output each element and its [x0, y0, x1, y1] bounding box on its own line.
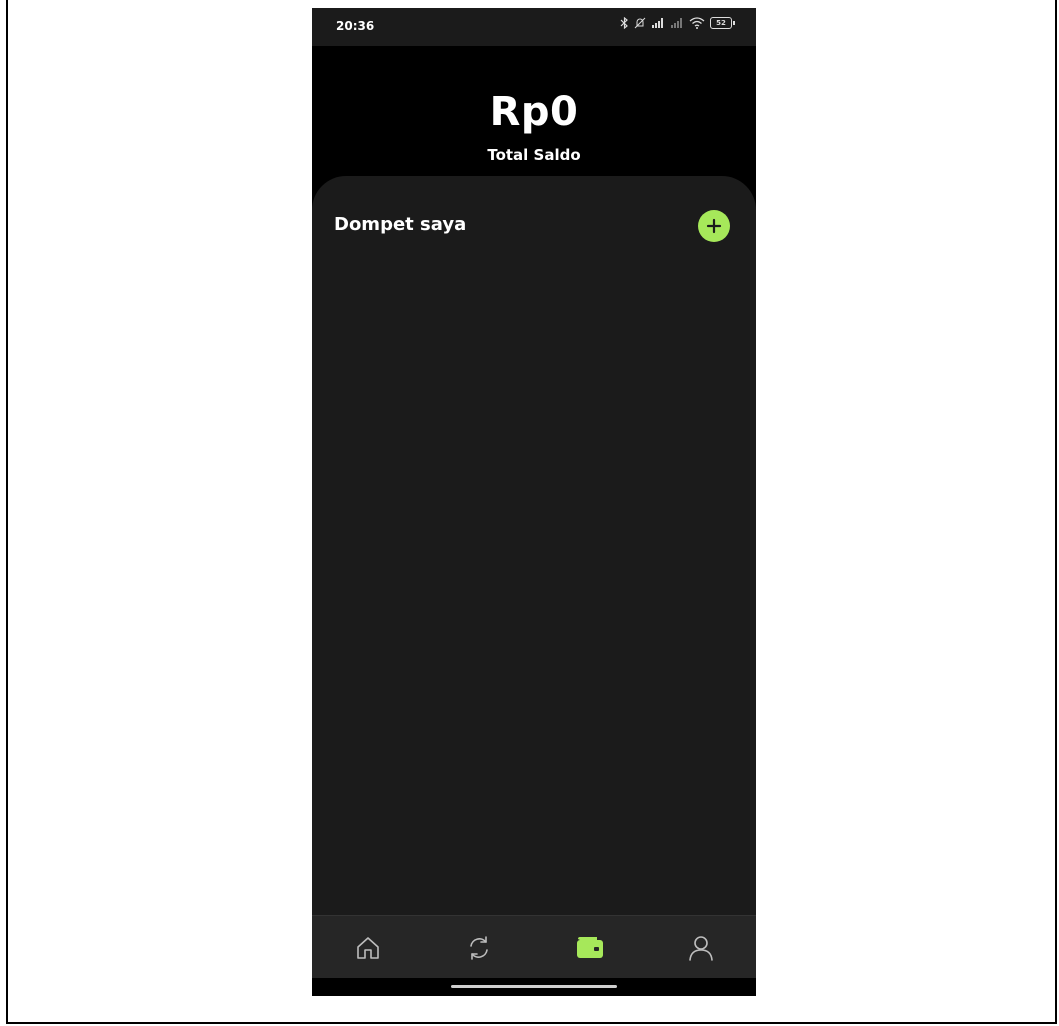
status-icons: 52	[620, 17, 735, 29]
total-balance-label: Total Saldo	[487, 146, 581, 164]
nav-profile[interactable]	[671, 923, 731, 973]
total-balance-amount: Rp0	[489, 89, 579, 135]
nav-wallet[interactable]	[560, 923, 620, 973]
battery-level: 52	[716, 19, 726, 27]
home-gesture-bar[interactable]	[451, 985, 617, 988]
home-icon	[356, 936, 379, 959]
wallet-panel: Dompet saya	[312, 176, 756, 916]
signal-weak-icon	[670, 17, 684, 29]
refresh-icon	[469, 935, 488, 960]
mute-icon	[634, 17, 646, 29]
status-bar: 20:36 52	[312, 8, 756, 46]
nav-home[interactable]	[338, 923, 398, 973]
wallet-icon	[576, 936, 603, 958]
status-time: 20:36	[336, 19, 375, 33]
section-title: Dompet saya	[334, 214, 467, 235]
battery-icon: 52	[710, 17, 735, 29]
signal-icon	[651, 17, 665, 29]
bluetooth-icon	[620, 17, 629, 29]
add-wallet-button[interactable]	[698, 210, 730, 242]
bottom-navigation	[312, 915, 756, 979]
balance-header: Rp0 Total Saldo	[312, 46, 756, 196]
phone-screen: 20:36 52 Rp0 Total Saldo Dompet saya	[312, 8, 756, 996]
gesture-area	[312, 978, 756, 996]
user-icon	[688, 935, 713, 961]
wifi-icon	[689, 17, 705, 29]
plus-icon	[706, 218, 722, 234]
nav-transactions[interactable]	[449, 923, 509, 973]
